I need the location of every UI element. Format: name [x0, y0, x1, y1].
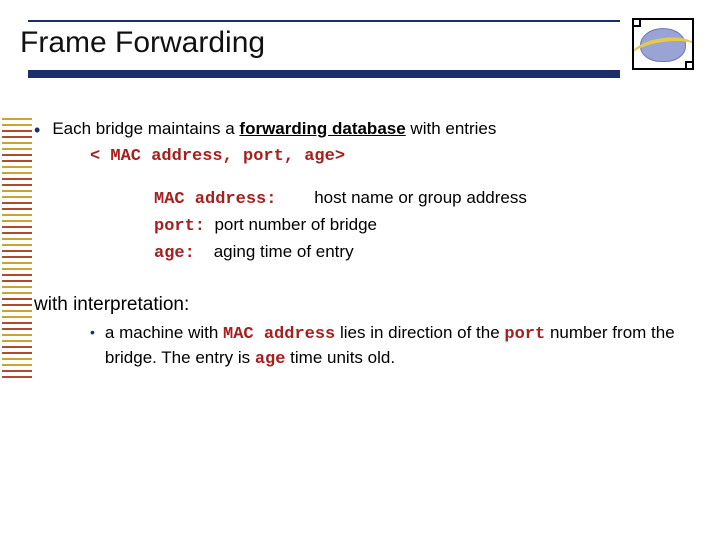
- stripe: [2, 376, 32, 378]
- stripe: [2, 346, 32, 348]
- def-row-mac: MAC address: host name or group address: [154, 187, 704, 212]
- code-fragment: MAC address: [223, 325, 335, 344]
- thin-rule: [28, 20, 620, 22]
- stripe: [2, 370, 32, 372]
- stripe: [2, 124, 32, 126]
- stripe: [2, 184, 32, 186]
- stripe: [2, 316, 32, 318]
- code-fragment: age: [255, 350, 286, 369]
- def-text: port number of bridge: [214, 215, 377, 234]
- stripe: [2, 310, 32, 312]
- def-row-port: port: port number of bridge: [154, 214, 704, 239]
- stripe: [2, 274, 32, 276]
- bullet-row: • Each bridge maintains a forwarding dat…: [34, 118, 704, 142]
- stripe: [2, 136, 32, 138]
- stripe: [2, 328, 32, 330]
- thick-rule: [28, 70, 620, 78]
- interpretation-heading: with interpretation:: [34, 292, 704, 318]
- stripe: [2, 178, 32, 180]
- stripe: [2, 262, 32, 264]
- stripe: [2, 142, 32, 144]
- stripe: [2, 208, 32, 210]
- bold-underline: forwarding database: [239, 119, 405, 138]
- title-area: Frame Forwarding: [20, 20, 620, 78]
- stripe: [2, 232, 32, 234]
- sub-bullet-icon: •: [90, 322, 95, 342]
- stripe: [2, 364, 32, 366]
- bullet-icon: •: [34, 118, 40, 142]
- stripe: [2, 322, 32, 324]
- def-label: MAC address:: [154, 190, 276, 209]
- stripe: [2, 160, 32, 162]
- stripe: [2, 118, 32, 120]
- stripe: [2, 250, 32, 252]
- stripe: [2, 352, 32, 354]
- stripe: [2, 358, 32, 360]
- def-text: aging time of entry: [214, 242, 354, 261]
- stripe: [2, 148, 32, 150]
- bullet-text: Each bridge maintains a forwarding datab…: [52, 118, 496, 141]
- corner-logo: [632, 18, 694, 70]
- code-fragment: port: [504, 325, 545, 344]
- stripe: [2, 190, 32, 192]
- stripe: [2, 298, 32, 300]
- text-fragment: a machine with: [105, 323, 223, 342]
- definitions: MAC address: host name or group address …: [154, 187, 704, 266]
- sub-list: • a machine with MAC address lies in dir…: [90, 322, 704, 372]
- text-fragment: Each bridge maintains a: [52, 119, 239, 138]
- stripe: [2, 304, 32, 306]
- handle-tl-icon: [632, 18, 641, 27]
- stripe: [2, 220, 32, 222]
- def-text: host name or group address: [314, 188, 527, 207]
- stripe: [2, 244, 32, 246]
- stripe: [2, 256, 32, 258]
- handle-br-icon: [685, 61, 694, 70]
- stripe: [2, 286, 32, 288]
- slide-title: Frame Forwarding: [20, 26, 620, 60]
- text-fragment: time units old.: [285, 348, 395, 367]
- stripe: [2, 196, 32, 198]
- sub-bullet-text: a machine with MAC address lies in direc…: [105, 322, 704, 372]
- stripe: [2, 238, 32, 240]
- stripe: [2, 166, 32, 168]
- stripe: [2, 154, 32, 156]
- left-stripes: [2, 118, 32, 382]
- stripe: [2, 214, 32, 216]
- stripe: [2, 340, 32, 342]
- stripe: [2, 334, 32, 336]
- stripe: [2, 268, 32, 270]
- def-row-age: age: aging time of entry: [154, 241, 704, 266]
- stripe: [2, 202, 32, 204]
- sub-bullet-row: • a machine with MAC address lies in dir…: [90, 322, 704, 372]
- stripe: [2, 130, 32, 132]
- stripe: [2, 172, 32, 174]
- def-label: port:: [154, 217, 205, 236]
- content-area: • Each bridge maintains a forwarding dat…: [34, 118, 704, 372]
- text-fragment: with entries: [406, 119, 497, 138]
- stripe: [2, 280, 32, 282]
- entry-tuple: < MAC address, port, age>: [90, 146, 704, 169]
- stripe: [2, 226, 32, 228]
- stripe: [2, 292, 32, 294]
- def-label: age:: [154, 244, 195, 263]
- text-fragment: lies in direction of the: [335, 323, 504, 342]
